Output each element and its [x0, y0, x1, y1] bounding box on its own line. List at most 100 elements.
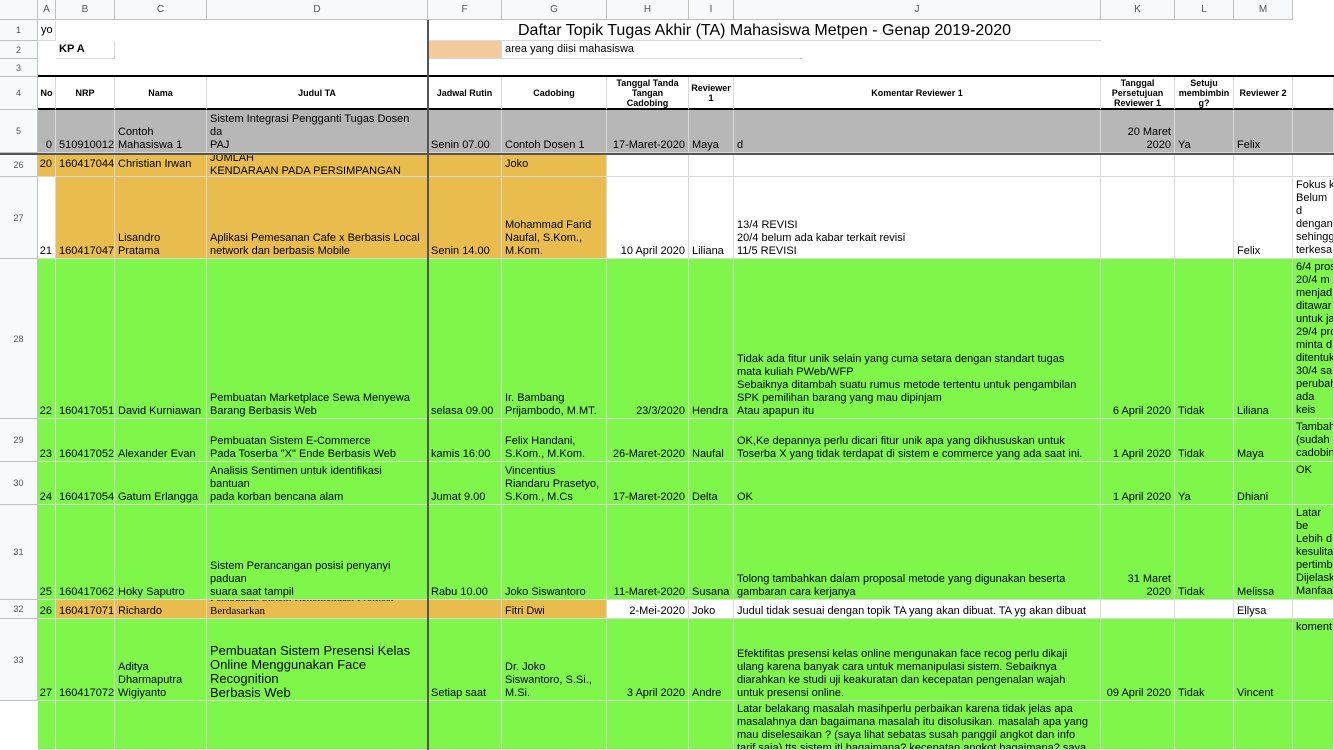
row-x-tanggal[interactable]	[607, 701, 689, 750]
column-header-m[interactable]: M	[1234, 0, 1293, 20]
row-20-tgl_setuju[interactable]	[1101, 153, 1175, 177]
row-20-jadwal[interactable]	[428, 153, 502, 177]
row-27-rev1[interactable]: Andre	[689, 619, 734, 701]
row-23-tanggal[interactable]: 26-Maret-2020	[607, 419, 689, 462]
row-27-komentar[interactable]: Efektifitas presensi kelas online mengun…	[734, 619, 1101, 701]
row-22-tanggal[interactable]: 23/3/2020	[607, 259, 689, 419]
header-10[interactable]: Setuju membimbin g?	[1175, 77, 1234, 110]
row-x-judul[interactable]	[207, 701, 428, 750]
row-21-setuju[interactable]	[1175, 177, 1234, 259]
row-0-tgl_setuju[interactable]: 20 Maret 2020	[1101, 110, 1175, 153]
row-0-nama[interactable]: Contoh Mahasiswa 1	[115, 110, 207, 153]
row-22-judul[interactable]: Pembuatan Marketplace Sewa Menyewa Baran…	[207, 259, 428, 419]
row-24-rev2[interactable]: Dhiani	[1234, 462, 1293, 505]
row-26-komentar[interactable]: Judul tidak sesuai dengan topik TA yang …	[734, 600, 1101, 619]
row-25-komentar[interactable]: Tolong tambahkan dalam proposal metode y…	[734, 505, 1101, 600]
row-23-nama[interactable]: Alexander Evan	[115, 419, 207, 462]
row-26-nama[interactable]: Richardo	[115, 600, 207, 619]
freeze-row-divider[interactable]	[0, 153, 1334, 155]
row-22-tgl_setuju[interactable]: 6 April 2020	[1101, 259, 1175, 419]
row-x-rev2[interactable]	[1234, 701, 1293, 750]
row-23-jadwal[interactable]: kamis 16:00	[428, 419, 502, 462]
row-27-judul[interactable]: Pembuatan Sistem Presensi Kelas Online M…	[207, 619, 428, 701]
cell-b2[interactable]: KP A	[56, 41, 115, 59]
row-x-no[interactable]	[38, 701, 56, 750]
header-6[interactable]: Tanggal Tanda Tangan Cadobing	[607, 77, 689, 110]
row-27-setuju[interactable]: Tidak	[1175, 619, 1234, 701]
row-26-judul[interactable]: Pembuatan Sistem Rekomendasi Promosi Ber…	[207, 600, 428, 619]
row-22-rev1[interactable]: Hendra	[689, 259, 734, 419]
column-header-l[interactable]: L	[1175, 0, 1234, 20]
row-21-m[interactable]: Fokus k Belum d dengan sehingg terkesa m…	[1293, 177, 1334, 259]
row-21-nrp[interactable]: 160417047	[56, 177, 115, 259]
row-20-rev1[interactable]	[689, 153, 734, 177]
row-27-no[interactable]: 27	[38, 619, 56, 701]
row-24-rev1[interactable]: Delta	[689, 462, 734, 505]
column-header-h[interactable]: H	[607, 0, 689, 20]
row-0-judul[interactable]: Sistem Integrasi Pengganti Tugas Dosen d…	[207, 110, 428, 153]
row-21-jadwal[interactable]: Senin 14.00	[428, 177, 502, 259]
header-9[interactable]: Tanggal Persetujuan Reviewer 1	[1101, 77, 1175, 110]
header-11[interactable]: Reviewer 2	[1234, 77, 1293, 110]
row-20-cadobing[interactable]: Joko	[502, 153, 607, 177]
row-22-cadobing[interactable]: Ir. Bambang Prijambodo, M.MT.	[502, 259, 607, 419]
row-26-tanggal[interactable]: 2-Mei-2020	[607, 600, 689, 619]
row-25-nama[interactable]: Hoky Saputro	[115, 505, 207, 600]
header-3[interactable]: Judul TA	[207, 77, 428, 110]
row-25-tanggal[interactable]: 11-Maret-2020	[607, 505, 689, 600]
row-22-no[interactable]: 22	[38, 259, 56, 419]
header-7[interactable]: Reviewer 1	[689, 77, 734, 110]
row-24-komentar[interactable]: OK	[734, 462, 1101, 505]
row-0-no[interactable]: 0	[38, 110, 56, 153]
row-26-no[interactable]: 26	[38, 600, 56, 619]
row-22-jadwal[interactable]: selasa 09.00	[428, 259, 502, 419]
row-0-rev1[interactable]: Maya	[689, 110, 734, 153]
row-header-33[interactable]: 33	[0, 619, 38, 701]
column-header-k[interactable]: K	[1101, 0, 1175, 20]
row-26-nrp[interactable]: 160417071	[56, 600, 115, 619]
header-2[interactable]: Nama	[115, 77, 207, 110]
row-26-rev1[interactable]: Joko	[689, 600, 734, 619]
row-23-rev1[interactable]: Naufal	[689, 419, 734, 462]
row-25-m[interactable]: Latar be Lebih d kesulita pertimb Dijela…	[1293, 505, 1334, 600]
row-21-judul[interactable]: Aplikasi Pemesanan Cafe x Berbasis Local…	[207, 177, 428, 259]
row-24-judul[interactable]: Analisis Sentimen untuk identifikasi ban…	[207, 462, 428, 505]
row-24-nrp[interactable]: 160417054	[56, 462, 115, 505]
row-header-31[interactable]: 31	[0, 505, 38, 600]
row-21-no[interactable]: 21	[38, 177, 56, 259]
select-all-corner[interactable]	[0, 0, 38, 20]
row-23-cadobing[interactable]: Felix Handani, S.Kom., M.Kom.	[502, 419, 607, 462]
row-header-26[interactable]: 26	[0, 153, 38, 177]
row-header-1[interactable]: 1	[0, 20, 38, 41]
column-header-g[interactable]: G	[502, 0, 607, 20]
column-header-i[interactable]: I	[689, 0, 734, 20]
legend-label[interactable]: area yang diisi mahasiswa	[502, 41, 802, 59]
column-header-f[interactable]: F	[428, 0, 502, 20]
row-20-tanggal[interactable]	[607, 153, 689, 177]
row-header-2[interactable]: 2	[0, 41, 38, 59]
row-22-m[interactable]: 6/4 pros 20/4 m menjad ditawar untuk ja …	[1293, 259, 1334, 419]
row-24-tgl_setuju[interactable]: 1 April 2020	[1101, 462, 1175, 505]
column-header-b[interactable]: B	[56, 0, 115, 20]
row-22-nrp[interactable]: 160417051	[56, 259, 115, 419]
row-21-rev2[interactable]: Felix	[1234, 177, 1293, 259]
row-22-nama[interactable]: David Kurniawan	[115, 259, 207, 419]
row-0-jadwal[interactable]: Senin 07.00	[428, 110, 502, 153]
row-22-rev2[interactable]: Liliana	[1234, 259, 1293, 419]
row-24-no[interactable]: 24	[38, 462, 56, 505]
sheet-title[interactable]: Daftar Topik Tugas Akhir (TA) Mahasiswa …	[428, 21, 1101, 41]
row-x-setuju[interactable]	[1175, 701, 1234, 750]
row-header-3[interactable]: 3	[0, 59, 38, 77]
row-23-setuju[interactable]: Tidak	[1175, 419, 1234, 462]
row-25-rev1[interactable]: Susana	[689, 505, 734, 600]
row-27-tanggal[interactable]: 3 April 2020	[607, 619, 689, 701]
row-25-nrp[interactable]: 160417062	[56, 505, 115, 600]
row-27-jadwal[interactable]: Setiap saat	[428, 619, 502, 701]
row-23-no[interactable]: 23	[38, 419, 56, 462]
row-26-m[interactable]	[1293, 600, 1334, 619]
row-23-rev2[interactable]: Maya	[1234, 419, 1293, 462]
row-25-no[interactable]: 25	[38, 505, 56, 600]
row-23-nrp[interactable]: 160417052	[56, 419, 115, 462]
row-26-tgl_setuju[interactable]	[1101, 600, 1175, 619]
header-0[interactable]: No	[38, 77, 56, 110]
